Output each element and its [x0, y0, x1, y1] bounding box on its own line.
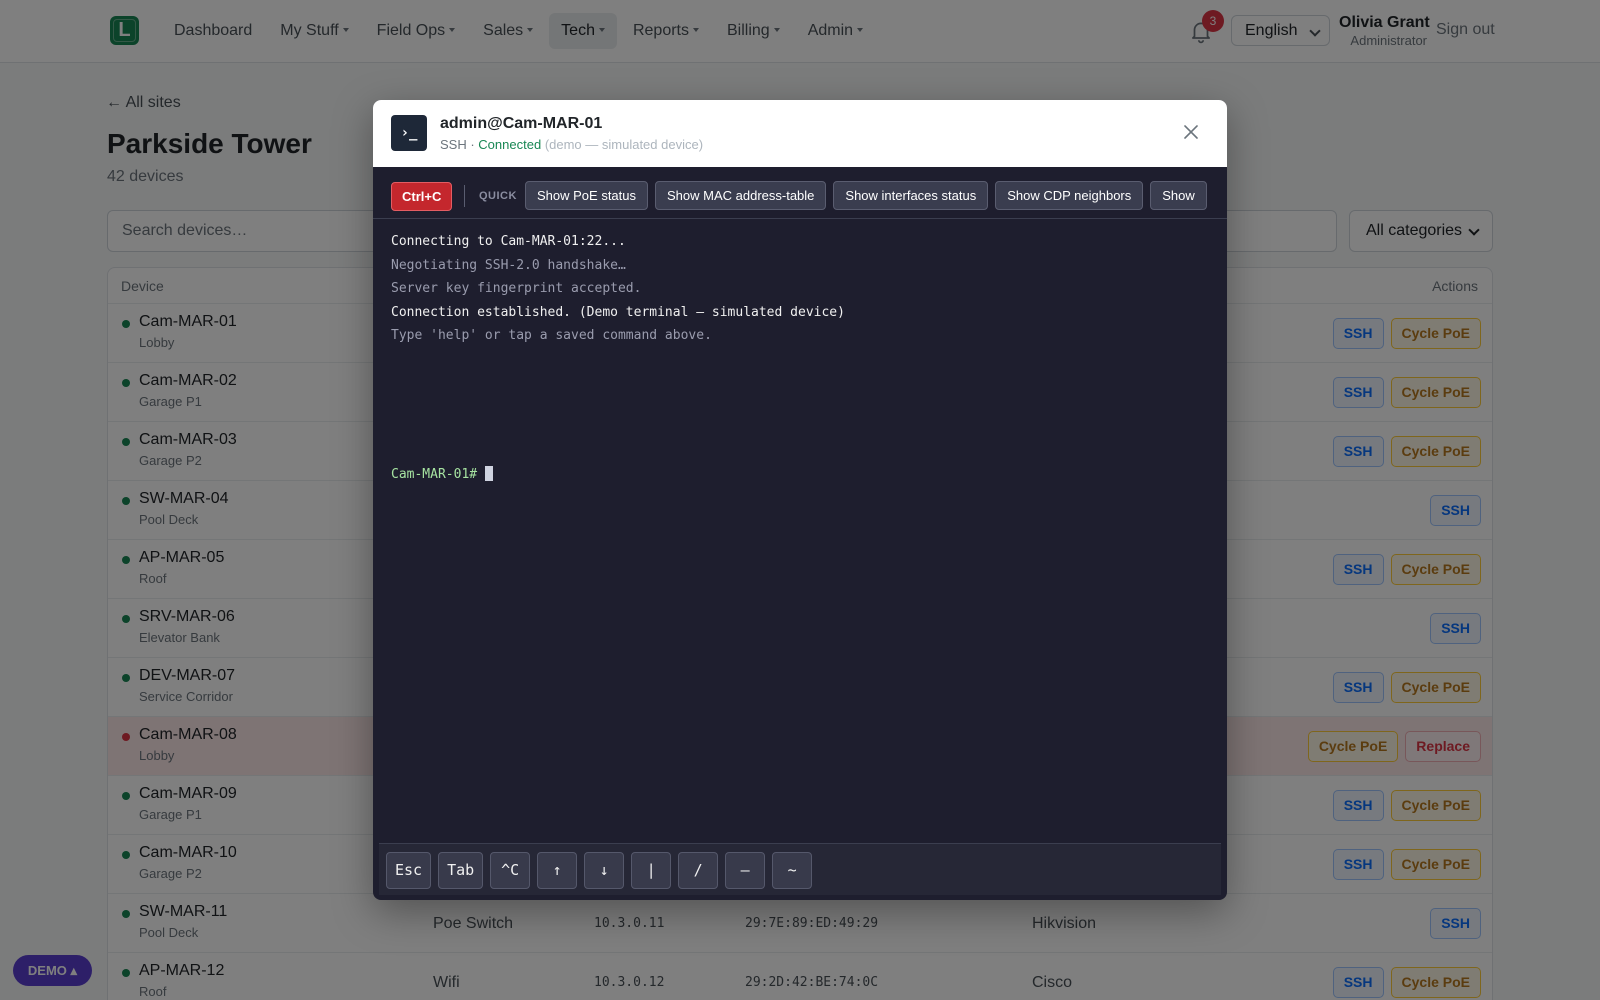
terminal-line: Connecting to Cam-MAR-01:22... [391, 234, 626, 249]
terminal-icon: ›_ [391, 115, 427, 151]
special-keys: Esc Tab ^C ↑ ↓ | / – ~ [386, 852, 813, 889]
key-slash-button[interactable]: / [678, 852, 719, 889]
key-tab-button[interactable]: Tab [438, 852, 484, 889]
quick-command-show-cdp-neighbors[interactable]: Show CDP neighbors [995, 181, 1144, 210]
quick-command-show[interactable]: Show [1150, 181, 1207, 210]
protocol-label: SSH · [440, 137, 475, 152]
modal-title: admin@Cam-MAR-01 [440, 115, 603, 132]
terminal-line: Type 'help' or tap a saved command above… [391, 328, 712, 343]
prompt-text: Cam-MAR-01# [391, 467, 478, 482]
quick-command-show-mac-address-table[interactable]: Show MAC address-table [655, 181, 827, 210]
ctrl-c-button[interactable]: Ctrl+C [391, 182, 453, 211]
terminal-prompt[interactable]: Cam-MAR-01# [391, 466, 494, 482]
text-cursor [485, 466, 494, 481]
special-keys-bar: Esc Tab ^C ↑ ↓ | / – ~ [379, 843, 1221, 895]
quick-label: QUICK [479, 190, 517, 202]
key-pipe-button[interactable]: | [631, 852, 672, 889]
terminal-line: Server key fingerprint accepted. [391, 281, 642, 296]
terminal-line: Negotiating SSH-2.0 handshake… [391, 257, 626, 273]
terminal-output[interactable]: Connecting to Cam-MAR-01:22... Negotiatin… [391, 230, 845, 348]
connected-status: Connected [478, 137, 542, 152]
key-ctrl-c-button[interactable]: ^C [490, 852, 531, 889]
ssh-terminal-modal: ›_ admin@Cam-MAR-01 SSH · Connected (dem… [373, 100, 1227, 900]
key-arrow-up-button[interactable]: ↑ [537, 852, 578, 889]
modal-header: ›_ admin@Cam-MAR-01 SSH · Connected (dem… [373, 100, 1227, 167]
key-dash-button[interactable]: – [725, 852, 766, 889]
close-icon[interactable] [1184, 125, 1198, 139]
divider [464, 185, 465, 207]
quick-command-list: Show PoE status Show MAC address-table Sho… [525, 181, 1207, 210]
quick-command-show-interfaces-status[interactable]: Show interfaces status [833, 181, 989, 210]
quick-commands-bar: Ctrl+C QUICK Show PoE status Show MAC add… [373, 167, 1227, 219]
terminal-line: Connection established. (Demo terminal —… [391, 304, 845, 320]
key-esc-button[interactable]: Esc [386, 852, 432, 889]
key-arrow-down-button[interactable]: ↓ [584, 852, 625, 889]
connection-status: SSH · Connected (demo — simulated device… [440, 137, 703, 152]
demo-note: (demo — simulated device) [544, 137, 704, 152]
key-tilde-button[interactable]: ~ [772, 852, 813, 889]
quick-command-show-poe-status[interactable]: Show PoE status [525, 181, 648, 210]
